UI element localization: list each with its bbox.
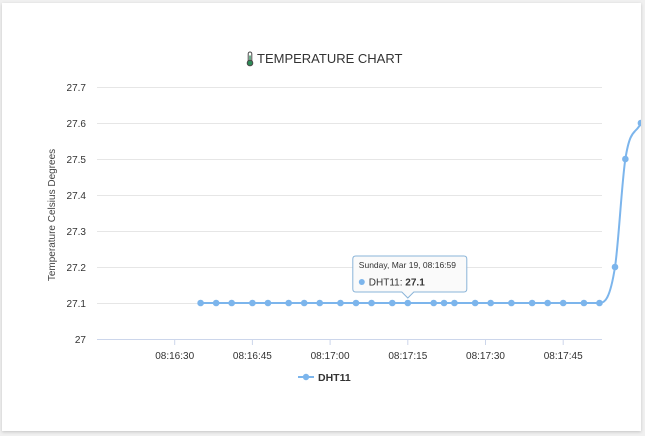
temperature-chart: TEMPERATURE CHART Temperature Celsius De…	[47, 51, 645, 384]
data-point[interactable]	[508, 299, 515, 307]
data-point[interactable]	[285, 299, 292, 307]
x-tick-label: 08:17:00	[311, 351, 350, 362]
x-tick-label: 08:16:45	[233, 351, 272, 362]
x-tick-label: 08:17:45	[544, 351, 583, 362]
y-tick-label: 27.5	[67, 155, 87, 166]
data-point[interactable]	[404, 299, 412, 307]
legend[interactable]: DHT11	[298, 372, 351, 384]
chart-card: TEMPERATURE CHART Temperature Celsius De…	[2, 3, 645, 431]
tooltip: Sunday, Mar 19, 08:16:59 DHT11: 27.1	[352, 255, 468, 299]
tooltip-series-name: DHT11	[369, 278, 400, 289]
data-point[interactable]	[637, 119, 645, 127]
data-point[interactable]	[544, 299, 551, 307]
x-tick-label: 08:16:30	[155, 351, 194, 362]
y-tick-label: 27.7	[67, 83, 87, 94]
data-point[interactable]	[440, 299, 448, 307]
chart-title-group: TEMPERATURE CHART	[246, 51, 402, 67]
data-point[interactable]	[487, 299, 494, 307]
x-tick-label: 08:17:15	[388, 351, 427, 362]
x-axis-ticks: 08:16:30 08:16:45 08:17:00 08:17:15 08:17:30…	[155, 339, 583, 362]
data-point[interactable]	[622, 155, 629, 163]
data-point[interactable]	[528, 299, 536, 307]
y-axis-title: Temperature Celsius Degrees	[47, 149, 58, 281]
data-point[interactable]	[300, 299, 308, 307]
y-tick-label: 27	[75, 335, 87, 346]
data-point[interactable]	[264, 299, 272, 307]
tooltip-body: DHT11: 27.1	[369, 278, 425, 289]
tooltip-header: Sunday, Mar 19, 08:16:59	[359, 260, 456, 270]
data-point[interactable]	[337, 299, 344, 307]
data-point[interactable]	[368, 299, 375, 307]
data-point[interactable]	[197, 299, 204, 307]
data-point[interactable]	[559, 299, 567, 307]
data-point[interactable]	[212, 299, 220, 307]
y-tick-label: 27.4	[67, 191, 87, 202]
legend-marker	[302, 373, 310, 381]
data-point[interactable]	[249, 299, 256, 307]
data-point[interactable]	[451, 299, 458, 307]
data-point[interactable]	[596, 299, 603, 307]
data-point[interactable]	[471, 299, 479, 307]
thermometer-icon	[246, 51, 254, 67]
data-point[interactable]	[228, 299, 235, 307]
grid-lines	[97, 87, 602, 340]
tooltip-value: 27.1	[405, 278, 425, 289]
y-tick-label: 27.1	[67, 299, 87, 310]
chart-title: TEMPERATURE CHART	[257, 51, 402, 66]
x-tick-label: 08:17:30	[466, 351, 505, 362]
y-tick-label: 27.3	[67, 227, 87, 238]
tooltip-series-marker	[358, 279, 365, 285]
data-point[interactable]	[430, 299, 438, 307]
y-axis-ticks: 27 27.1 27.2 27.3 27.4 27.5 27.6 27.7	[67, 83, 87, 346]
data-point[interactable]	[580, 299, 588, 307]
data-point[interactable]	[388, 299, 396, 307]
data-point[interactable]	[611, 263, 619, 271]
y-tick-label: 27.6	[67, 119, 87, 130]
data-point[interactable]	[352, 299, 360, 307]
y-tick-label: 27.2	[67, 263, 87, 274]
data-point[interactable]	[316, 299, 324, 307]
legend-item-dht11[interactable]: DHT11	[318, 372, 351, 384]
